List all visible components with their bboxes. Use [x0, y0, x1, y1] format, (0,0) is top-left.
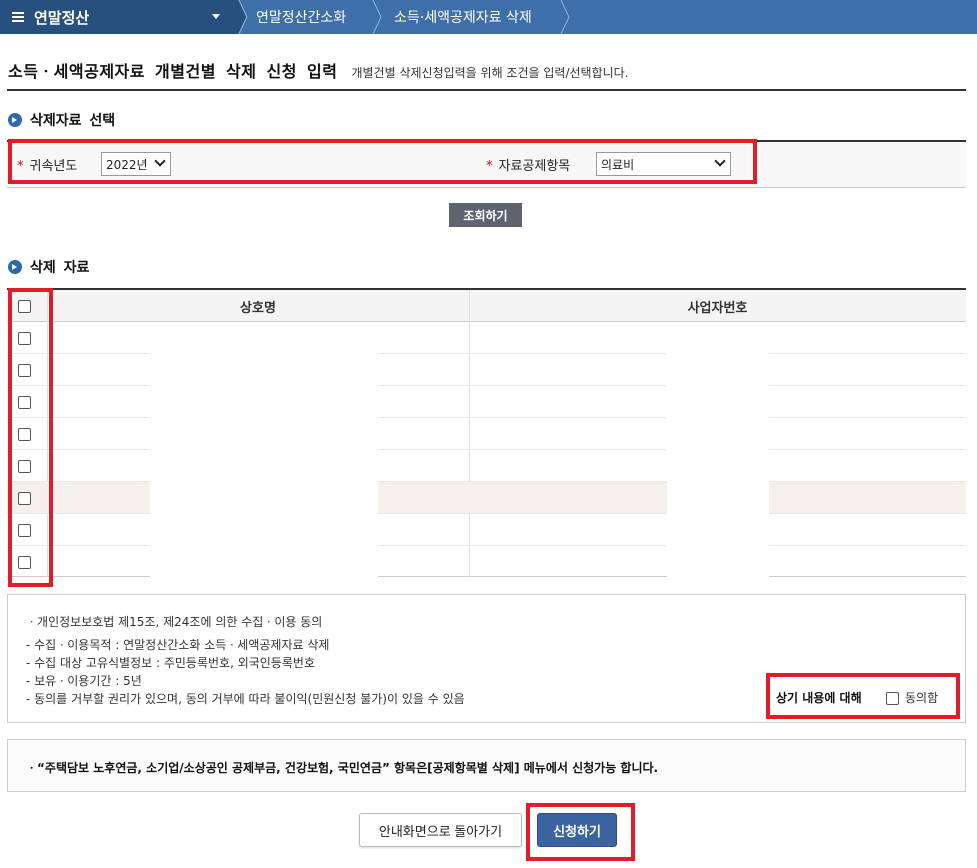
chevron-down-icon	[154, 155, 166, 167]
search-section-header: 삭제자료 선택	[8, 110, 115, 130]
results-table: 상호명 사업자번호	[7, 288, 966, 578]
consent-line: - 동의를 거부할 권리가 있으며, 동의 거부에 따라 불이익(민원신청 불가…	[26, 692, 465, 706]
year-label: * 귀속년도	[17, 155, 77, 174]
page-title: 소득ㆍ세액공제자료 개별건별 삭제 신청 입력	[8, 62, 338, 81]
column-header-company: 상호명	[240, 300, 276, 316]
row-checkbox[interactable]	[18, 460, 31, 473]
breadcrumb-item-label: 소득·세액공제자료 삭제	[394, 10, 532, 26]
year-select[interactable]: 2022년	[101, 152, 171, 176]
table-header: 상호명 사업자번호	[7, 290, 966, 322]
page-header: 소득ㆍ세액공제자료 개별건별 삭제 신청 입력 개별건별 삭제신청입력을 위해 …	[8, 58, 966, 82]
consent-checkbox-label[interactable]: 동의함	[905, 689, 938, 706]
required-mark: *	[17, 159, 24, 174]
breadcrumb-separator-icon	[560, 0, 570, 34]
arrow-circle-icon	[8, 260, 22, 274]
row-checkbox[interactable]	[18, 492, 31, 505]
required-mark: *	[486, 159, 493, 174]
arrow-circle-icon	[8, 113, 22, 127]
main-menu-button[interactable]: 연말정산	[0, 0, 238, 34]
consent-line: ㆍ개인정보보호법 제15조, 제24조에 의한 수집ㆍ이용 동의	[26, 615, 323, 629]
consent-checkbox[interactable]	[886, 692, 899, 705]
redacted-area	[150, 323, 378, 578]
row-checkbox[interactable]	[18, 524, 31, 537]
notice-box: ㆍ“주택담보 노후연금, 소기업/소상공인 공제부금, 건강보험, 국민연금” …	[7, 739, 966, 792]
consent-line: - 수집ㆍ이용목적 : 연말정산간소화 소득ㆍ세액공제자료 삭제	[26, 638, 330, 652]
breadcrumb-bar: 연말정산 연말정산간소화 소득·세액공제자료 삭제	[0, 0, 977, 34]
notice-text: ㆍ“주택담보 노후연금, 소기업/소상공인 공제부금, 건강보험, 국민연금” …	[26, 761, 659, 775]
row-checkbox[interactable]	[18, 556, 31, 569]
chevron-down-icon	[714, 155, 726, 167]
main-menu-label: 연말정산	[34, 8, 90, 27]
breadcrumb-item-label: 연말정산간소화	[256, 10, 347, 26]
row-checkbox[interactable]	[18, 332, 31, 345]
item-label: * 자료공제항목	[486, 155, 570, 174]
page-description: 개별건별 삭제신청입력을 위해 조건을 입력/선택합니다.	[351, 66, 629, 80]
breadcrumb-item-delete[interactable]: 소득·세액공제자료 삭제	[376, 0, 576, 34]
item-label-text: 자료공제항목	[498, 159, 571, 174]
year-label-text: 귀속년도	[29, 159, 78, 174]
hamburger-icon	[12, 12, 24, 22]
breadcrumb-item-yearend[interactable]: 연말정산간소화	[238, 0, 376, 34]
year-select-value: 2022년	[106, 157, 148, 172]
column-header-bizno: 사업자번호	[687, 300, 748, 316]
submit-button[interactable]: 신청하기	[537, 813, 617, 847]
results-section-header: 삭제 자료	[8, 257, 89, 277]
item-select[interactable]: 의료비	[596, 152, 731, 176]
consent-line: - 수집 대상 고유식별정보 : 주민등록번호, 외국인등록번호	[26, 656, 315, 670]
search-section-title: 삭제자료 선택	[30, 113, 116, 129]
row-checkbox[interactable]	[18, 364, 31, 377]
consent-line: - 보유ㆍ이용기간 : 5년	[26, 674, 142, 688]
caret-down-icon	[212, 14, 220, 19]
search-button[interactable]: 조회하기	[449, 203, 522, 227]
title-divider	[7, 89, 966, 91]
redacted-area	[667, 323, 769, 578]
results-section-title: 삭제 자료	[30, 260, 90, 276]
row-checkbox[interactable]	[18, 428, 31, 441]
back-to-guide-button[interactable]: 안내화면으로 돌아가기	[359, 813, 522, 847]
select-all-checkbox[interactable]	[18, 300, 31, 313]
consent-prompt: 상기 내용에 대해	[776, 691, 862, 705]
row-checkbox[interactable]	[18, 396, 31, 409]
item-select-value: 의료비	[601, 157, 635, 172]
